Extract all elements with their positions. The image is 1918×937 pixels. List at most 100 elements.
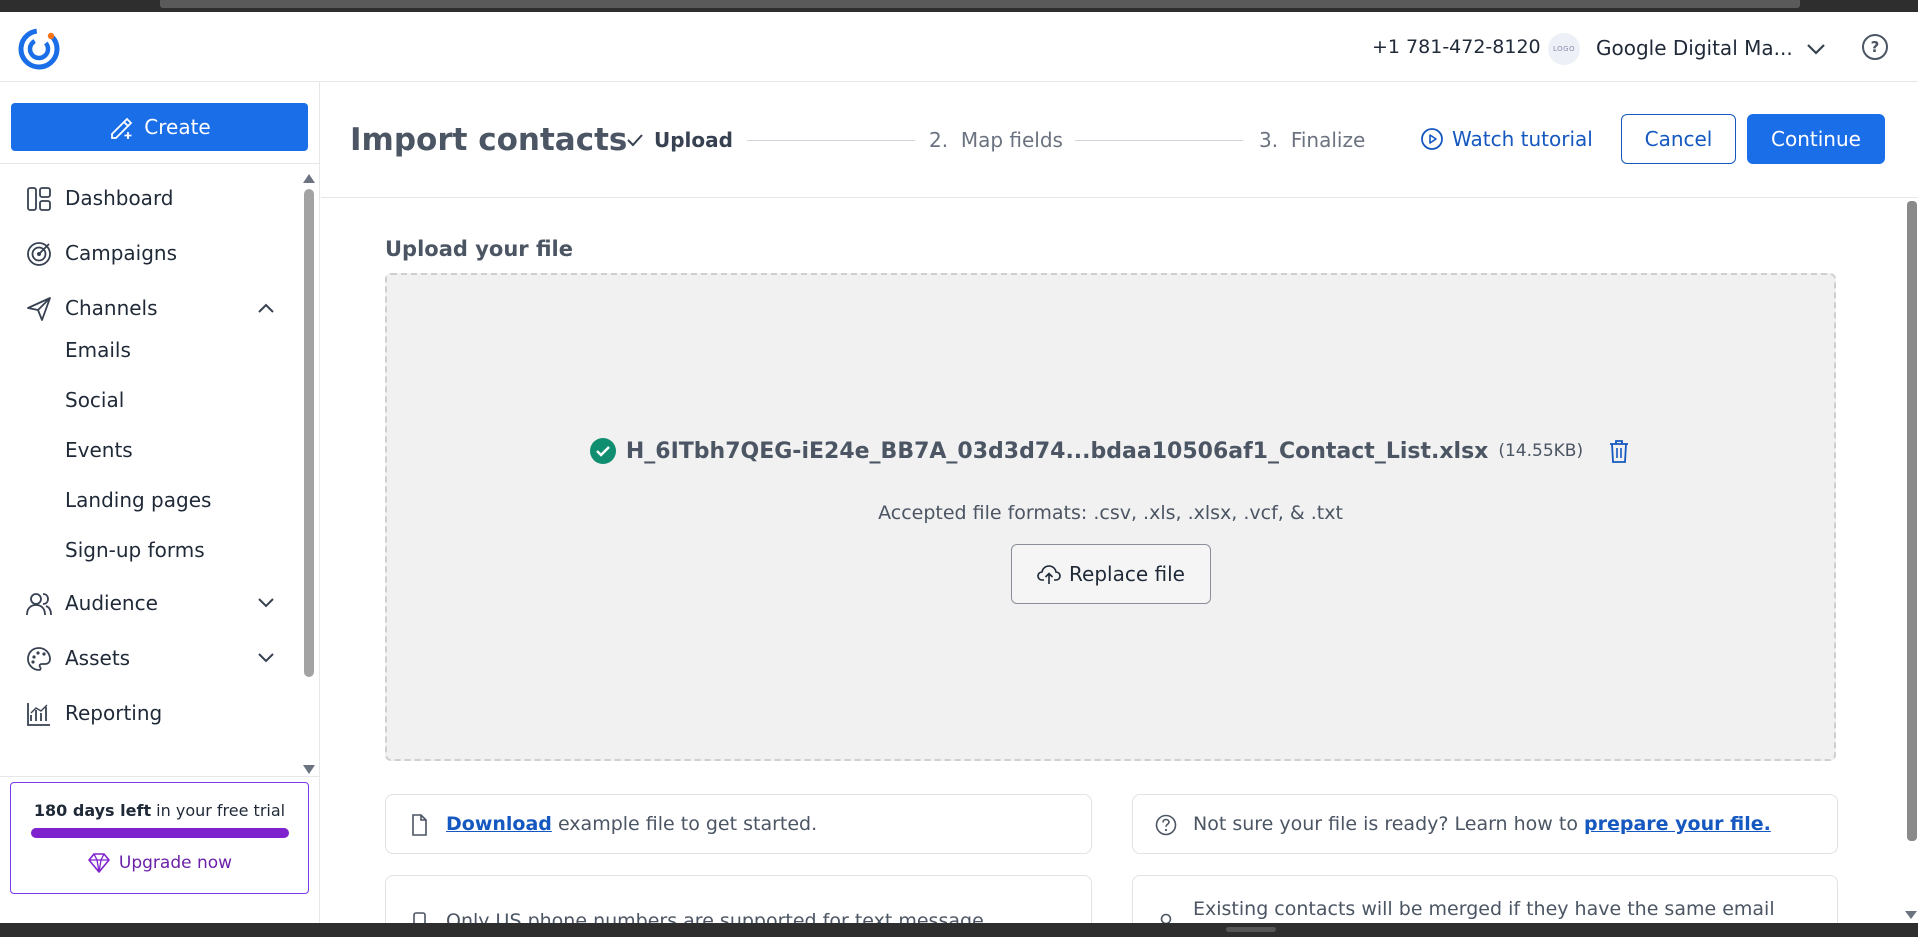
upgrade-link[interactable]: Upgrade now xyxy=(11,852,308,874)
account-name[interactable]: Google Digital Ma... xyxy=(1596,36,1793,60)
sidebar-item-label: Assets xyxy=(65,646,131,670)
main-scrollbar[interactable] xyxy=(1907,201,1917,841)
accepted-formats: Accepted file formats: .csv, .xls, .xlsx… xyxy=(878,502,1343,524)
trial-days-bold: 180 days left xyxy=(33,801,152,820)
file-size: (14.55KB) xyxy=(1498,441,1584,461)
trial-panel: 180 days left in your free trial Upgrade… xyxy=(10,782,309,894)
sidebar-item-channels[interactable]: Channels xyxy=(0,288,300,328)
sidebar-scrollbar[interactable] xyxy=(304,189,314,677)
dashboard-icon xyxy=(27,187,51,211)
sidebar: Create Dashboard Campaigns Channels Emai… xyxy=(0,82,320,923)
watch-tutorial-link[interactable]: Watch tutorial xyxy=(1420,127,1593,151)
prepare-file-card: Not sure your file is ready? Learn how t… xyxy=(1132,794,1838,854)
file-icon xyxy=(412,814,427,836)
chevron-down-icon[interactable] xyxy=(256,651,276,665)
send-icon xyxy=(27,297,51,321)
step-number: 3. xyxy=(1259,128,1279,152)
download-rest: example file to get started. xyxy=(551,813,818,835)
sidebar-scroll-up[interactable] xyxy=(303,174,315,183)
upgrade-label: Upgrade now xyxy=(118,853,233,873)
merge-contacts-card: Existing contacts will be merged if they… xyxy=(1132,875,1838,923)
sidebar-item-label: Reporting xyxy=(65,701,163,725)
target-icon xyxy=(27,242,51,266)
pencil-plus-icon xyxy=(111,117,133,139)
chevron-up-icon[interactable] xyxy=(256,301,276,315)
sidebar-item-audience[interactable]: Audience xyxy=(0,583,300,623)
step-label: Finalize xyxy=(1290,128,1366,152)
trial-days-text: 180 days left in your free trial xyxy=(11,801,308,820)
file-name: H_6ITbh7QEG-iE24e_BB7A_03d3d74...bdaa105… xyxy=(625,438,1489,464)
window-tab-strip xyxy=(160,0,1800,8)
sidebar-item-reporting[interactable]: Reporting xyxy=(0,693,300,733)
trial-progress-fill xyxy=(31,828,289,838)
user-icon xyxy=(1160,913,1172,923)
chevron-down-icon[interactable] xyxy=(1805,40,1827,58)
step-map-fields: 2. Map fields xyxy=(929,128,1063,152)
chart-icon xyxy=(27,703,50,726)
play-circle-icon xyxy=(1421,128,1443,150)
continue-button[interactable]: Continue xyxy=(1747,114,1885,164)
divider xyxy=(0,163,320,164)
window-bottom-bar xyxy=(0,923,1918,937)
prepare-file-link[interactable]: prepare your file. xyxy=(1584,813,1771,835)
phone-support-card: Only US phone numbers are supported for … xyxy=(385,875,1092,923)
watch-tutorial-label: Watch tutorial xyxy=(1452,127,1593,151)
sidebar-item-social[interactable]: Social xyxy=(65,388,124,412)
sidebar-item-events[interactable]: Events xyxy=(65,438,133,462)
sidebar-item-label: Campaigns xyxy=(65,241,178,265)
download-text: Download example file to get started. xyxy=(446,813,817,835)
sidebar-item-signup-forms[interactable]: Sign-up forms xyxy=(65,538,205,562)
chevron-down-icon[interactable] xyxy=(256,596,276,610)
replace-file-label: Replace file xyxy=(1069,562,1185,586)
sidebar-item-assets[interactable]: Assets xyxy=(0,638,300,678)
phone-support-text: Only US phone numbers are supported for … xyxy=(446,910,984,923)
window-handle xyxy=(1226,927,1276,932)
create-button[interactable]: Create xyxy=(11,103,308,151)
trial-days-rest: in your free trial xyxy=(151,801,286,820)
cancel-button[interactable]: Cancel xyxy=(1621,114,1736,164)
trash-icon[interactable] xyxy=(1607,438,1631,464)
sidebar-item-emails[interactable]: Emails xyxy=(65,338,131,362)
help-icon[interactable]: ? xyxy=(1862,34,1888,60)
sidebar-scroll-down[interactable] xyxy=(303,765,315,774)
replace-file-button[interactable]: Replace file xyxy=(1011,544,1211,604)
phone-number: +1 781-472-8120 xyxy=(1372,36,1541,58)
prepare-text: Not sure your file is ready? Learn how t… xyxy=(1193,813,1771,835)
section-title: Upload your file xyxy=(385,237,573,261)
uploaded-file-row: H_6ITbh7QEG-iE24e_BB7A_03d3d74...bdaa105… xyxy=(387,438,1834,464)
page-title: Import contacts xyxy=(350,122,628,158)
window-top-bar xyxy=(0,0,1918,12)
step-connector xyxy=(1075,140,1243,141)
download-link[interactable]: Download xyxy=(446,813,552,835)
app-window: +1 781-472-8120 LOGO Google Digital Ma..… xyxy=(0,12,1918,923)
step-label: Map fields xyxy=(960,128,1063,152)
top-header: +1 781-472-8120 LOGO Google Digital Ma..… xyxy=(0,12,1918,82)
download-example-card: Download example file to get started. xyxy=(385,794,1092,854)
sidebar-item-label: Audience xyxy=(65,591,158,615)
main-scroll-down[interactable] xyxy=(1905,911,1917,919)
create-label: Create xyxy=(144,115,211,139)
sidebar-item-dashboard[interactable]: Dashboard xyxy=(0,178,300,218)
page-header: Import contacts Upload 2. Map fields 3. … xyxy=(321,82,1918,198)
diamond-icon xyxy=(88,853,110,873)
brand-logo-icon[interactable] xyxy=(18,28,60,70)
step-label: Upload xyxy=(654,128,733,152)
mobile-phone-icon xyxy=(413,912,426,923)
divider xyxy=(0,776,320,777)
sidebar-item-label: Channels xyxy=(65,296,158,320)
sidebar-item-landing-pages[interactable]: Landing pages xyxy=(65,488,211,512)
account-logo[interactable]: LOGO xyxy=(1548,33,1580,65)
help-circle-icon xyxy=(1155,814,1177,836)
check-circle-icon xyxy=(589,438,616,464)
sidebar-item-label: Dashboard xyxy=(65,186,174,210)
palette-icon xyxy=(27,647,51,671)
sidebar-item-campaigns[interactable]: Campaigns xyxy=(0,233,300,273)
step-number: 2. xyxy=(929,128,949,152)
cloud-upload-icon xyxy=(1037,565,1061,584)
step-upload: Upload xyxy=(626,128,733,152)
file-dropzone[interactable]: H_6ITbh7QEG-iE24e_BB7A_03d3d74...bdaa105… xyxy=(385,273,1836,761)
merge-contacts-text: Existing contacts will be merged if they… xyxy=(1193,898,1775,920)
step-finalize: 3. Finalize xyxy=(1259,128,1365,152)
prepare-lead: Not sure your file is ready? Learn how t… xyxy=(1193,813,1585,835)
users-icon xyxy=(26,593,52,616)
